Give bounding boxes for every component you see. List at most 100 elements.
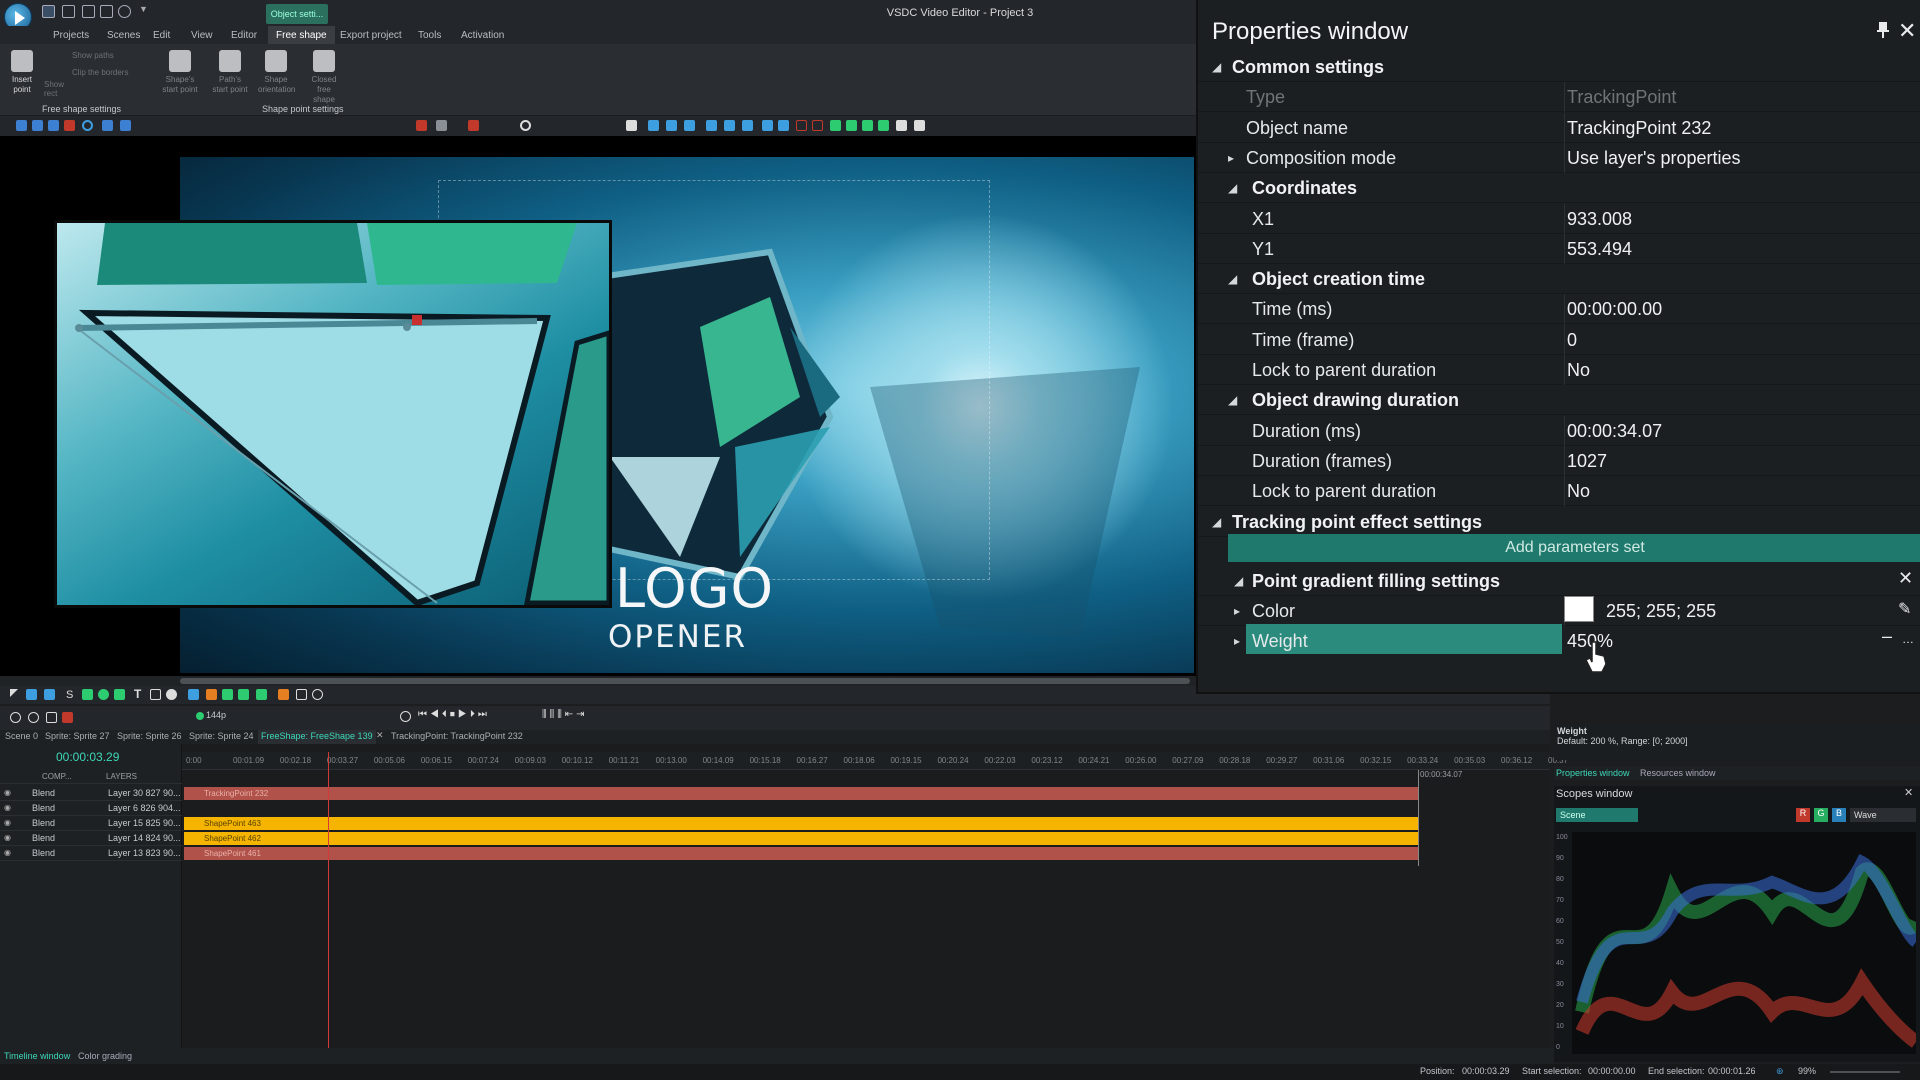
tab-freeshape-139[interactable]: FreeShape: FreeShape 139 — [258, 730, 376, 744]
remove-layer-icon[interactable] — [28, 712, 39, 723]
open-icon[interactable] — [62, 5, 75, 18]
point-gradient-header[interactable]: ◢ Point gradient filling settings ✕ — [1198, 566, 1920, 596]
visibility-eye-icon[interactable]: ◉ — [4, 788, 11, 797]
quick-access-dropdown-icon[interactable]: ▼ — [139, 4, 148, 14]
visibility-eye-icon[interactable]: ◉ — [4, 818, 11, 827]
collapse-arrow-icon[interactable]: ◢ — [1212, 52, 1221, 82]
property-row[interactable]: Duration (ms) 00:00:34.07 — [1198, 415, 1920, 446]
menu-projects[interactable]: Projects — [48, 28, 94, 43]
property-value[interactable]: 00:00:00.00 — [1567, 294, 1662, 324]
tab-color-grading[interactable]: Color grading — [78, 1051, 132, 1061]
zoom-icon[interactable]: ⊛ — [1776, 1066, 1784, 1077]
free-shape-tool-icon[interactable] — [114, 689, 125, 700]
slider-minus-icon[interactable]: – — [1882, 626, 1892, 647]
tab-sprite-26[interactable]: Sprite: Sprite 26 — [114, 730, 185, 744]
property-value[interactable]: No — [1567, 476, 1590, 506]
new-project-icon[interactable] — [42, 5, 55, 18]
save-icon[interactable] — [82, 5, 95, 18]
blend-mode-select[interactable]: Blend — [32, 818, 55, 828]
color-row[interactable]: ▸ Color 255; 255; 255 ✎ — [1198, 596, 1920, 626]
preview-resolution-select[interactable]: 144p — [206, 710, 226, 720]
scopes-close-icon[interactable]: ✕ — [1904, 786, 1913, 799]
channel-r-toggle[interactable]: R — [1796, 808, 1810, 822]
tab-sprite-27[interactable]: Sprite: Sprite 27 — [42, 730, 113, 744]
snap-icon[interactable] — [468, 120, 479, 131]
property-row[interactable]: Time (ms) 00:00:00.00 — [1198, 294, 1920, 325]
layer-options-icon[interactable] — [46, 712, 57, 723]
tab-trackingpoint-232[interactable]: TrackingPoint: TrackingPoint 232 — [388, 730, 526, 744]
show-rect-toggle[interactable]: Show rect — [44, 80, 64, 98]
pointer-icon[interactable] — [10, 689, 18, 697]
timeline-clip[interactable]: ShapePoint 463 — [184, 817, 1418, 830]
visibility-eye-icon[interactable]: ◉ — [4, 833, 11, 842]
cut-icon[interactable] — [16, 120, 27, 131]
shapes-start-point-button[interactable]: Shape's start point — [162, 50, 198, 95]
property-section-header[interactable]: ◢ Common settings — [1198, 52, 1920, 82]
align-left-icon[interactable] — [648, 120, 659, 131]
move-down-icon[interactable] — [846, 120, 857, 131]
visibility-eye-icon[interactable]: ◉ — [4, 848, 11, 857]
property-value[interactable]: 1027 — [1567, 446, 1607, 476]
align-middle-icon[interactable] — [724, 120, 735, 131]
scope-source-select[interactable]: Scene — [1556, 808, 1638, 822]
delete-icon[interactable] — [64, 120, 75, 131]
playback-controls[interactable]: ⏮◀⏴⏹▶⏵⏭ — [418, 709, 490, 720]
property-value[interactable]: 0 — [1567, 325, 1577, 355]
property-value[interactable]: TrackingPoint 232 — [1567, 113, 1711, 143]
layer-row[interactable]: ◉ Blend Layer 13 823 90... — [0, 846, 182, 861]
clip-controls[interactable]: ⫼⫼⫼⇤⇥ — [542, 709, 588, 720]
settings-gear-icon[interactable] — [520, 120, 531, 131]
property-row[interactable]: Y1 553.494 — [1198, 233, 1920, 264]
layer-row[interactable]: ◉ Blend Layer 6 826 904... — [0, 801, 182, 816]
layer-row[interactable]: ◉ Blend Layer 30 827 90... — [0, 786, 182, 801]
tab-timeline-window[interactable]: Timeline window — [4, 1051, 70, 1061]
insert-point-button[interactable]: Insert point — [4, 50, 40, 95]
capture-icon[interactable] — [118, 5, 131, 18]
align-grid-icon[interactable] — [626, 120, 637, 131]
undo-icon[interactable] — [102, 120, 113, 131]
collapse-arrow-icon[interactable]: ◢ — [1228, 385, 1237, 415]
sprite-tool-icon[interactable] — [238, 689, 249, 700]
menu-free-shape[interactable]: Free shape — [268, 26, 335, 45]
timeline-clip[interactable]: TrackingPoint 232 — [184, 787, 1418, 800]
tab-sprite-24[interactable]: Sprite: Sprite 24 — [186, 730, 257, 744]
property-value[interactable]: 00:00:34.07 — [1567, 416, 1662, 446]
property-value[interactable]: TrackingPoint — [1567, 82, 1676, 112]
bring-front-icon[interactable] — [862, 120, 873, 131]
distribute-h-icon[interactable] — [762, 120, 773, 131]
property-value[interactable]: 933.008 — [1567, 204, 1632, 234]
collapse-arrow-icon[interactable]: ◢ — [1228, 173, 1237, 203]
menu-scenes[interactable]: Scenes — [102, 28, 145, 43]
preview-scrollbar-thumb[interactable] — [180, 678, 1190, 684]
property-row[interactable]: Time (frame) 0 — [1198, 324, 1920, 355]
add-video-icon[interactable] — [26, 689, 37, 700]
move-up-icon[interactable] — [830, 120, 841, 131]
menu-export-project[interactable]: Export project — [335, 28, 407, 43]
redo-icon[interactable] — [120, 120, 131, 131]
curve-tool-icon[interactable]: S — [66, 689, 77, 701]
ellipse-tool-icon[interactable] — [98, 689, 109, 700]
tab-scene[interactable]: Scene 0 — [2, 730, 41, 744]
collapse-arrow-icon[interactable]: ◢ — [1212, 507, 1221, 537]
layer-row[interactable]: ◉ Blend Layer 14 824 90... — [0, 831, 182, 846]
property-row[interactable]: Lock to parent duration No — [1198, 476, 1920, 507]
property-section-header[interactable]: ◢ Tracking point effect settings — [1198, 507, 1920, 537]
expand-arrow-icon[interactable]: ▸ — [1228, 143, 1234, 173]
ungroup-icon[interactable] — [914, 120, 925, 131]
playhead[interactable] — [328, 752, 329, 1048]
property-row[interactable]: Lock to parent duration No — [1198, 355, 1920, 385]
animation-tool-icon[interactable] — [206, 689, 217, 700]
layout-icon[interactable] — [416, 120, 427, 131]
property-row[interactable]: Type TrackingPoint — [1198, 82, 1920, 113]
clip-borders-toggle[interactable]: Clip the borders — [72, 68, 128, 77]
menu-edit[interactable]: Edit — [148, 28, 175, 43]
eyedropper-icon[interactable]: ✎ — [1898, 599, 1911, 619]
closed-free-shape-button[interactable]: Closed free shape — [306, 50, 342, 105]
add-parameters-set-button[interactable]: Add parameters set — [1228, 534, 1920, 562]
channel-g-toggle[interactable]: G — [1814, 808, 1828, 822]
paths-start-point-button[interactable]: Path's start point — [212, 50, 248, 95]
tab-resources-window[interactable]: Resources window — [1640, 768, 1716, 778]
color-value[interactable]: 255; 255; 255 — [1606, 596, 1716, 626]
same-size-icon[interactable] — [796, 120, 807, 131]
rectangle-tool-icon[interactable] — [82, 689, 93, 700]
